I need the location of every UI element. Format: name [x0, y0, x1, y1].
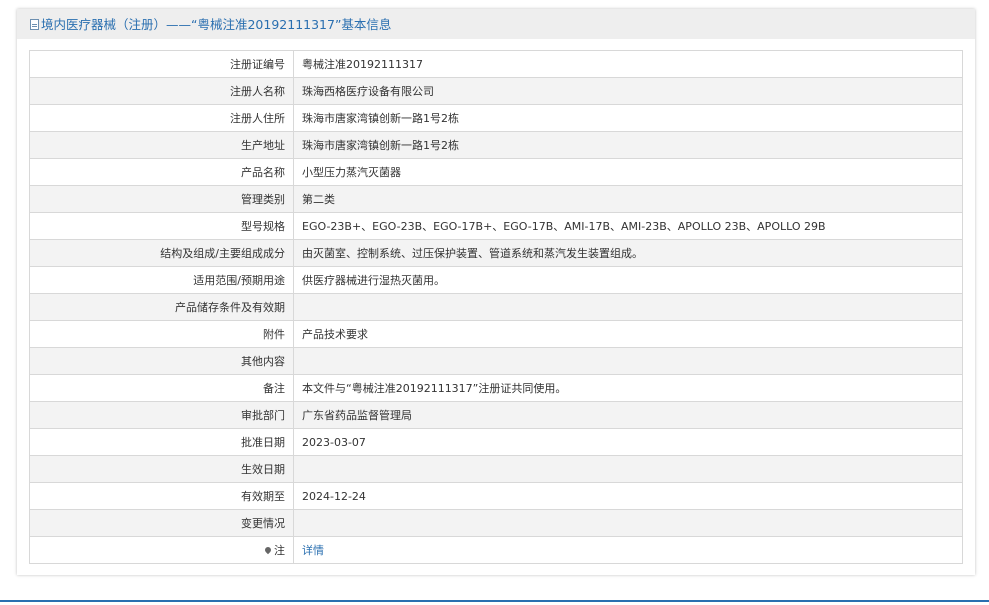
table-row: 型号规格 EGO-23B+、EGO-23B、EGO-17B+、EGO-17B、A… — [29, 212, 963, 240]
table-row: 注册人名称 珠海西格医疗设备有限公司 — [29, 77, 963, 105]
table-row: 管理类别 第二类 — [29, 185, 963, 213]
table-row: 注册人住所 珠海市唐家湾镇创新一路1号2栋 — [29, 104, 963, 132]
table-row: 适用范围/预期用途 供医疗器械进行湿热灭菌用。 — [29, 266, 963, 294]
note-label-cell: 注 — [29, 536, 294, 564]
document-icon — [30, 19, 39, 30]
row-value: 珠海市唐家湾镇创新一路1号2栋 — [293, 104, 963, 132]
row-label: 注册人名称 — [29, 77, 294, 105]
table-row: 备注 本文件与“粤械注准20192111317”注册证共同使用。 — [29, 374, 963, 402]
row-label: 审批部门 — [29, 401, 294, 429]
row-value — [293, 293, 963, 321]
row-value — [293, 347, 963, 375]
table-row: 生效日期 — [29, 455, 963, 483]
row-label: 管理类别 — [29, 185, 294, 213]
row-label: 结构及组成/主要组成成分 — [29, 239, 294, 267]
row-value: 小型压力蒸汽灭菌器 — [293, 158, 963, 186]
details-link[interactable]: 详情 — [302, 544, 324, 557]
row-value: 珠海西格医疗设备有限公司 — [293, 77, 963, 105]
row-value: 产品技术要求 — [293, 320, 963, 348]
table-row: 结构及组成/主要组成成分 由灭菌室、控制系统、过压保护装置、管道系统和蒸汽发生装… — [29, 239, 963, 267]
row-label: 注册证编号 — [29, 50, 294, 78]
panel-title: 境内医疗器械（注册）——“粤械注准20192111317”基本信息 — [41, 17, 392, 32]
row-value: EGO-23B+、EGO-23B、EGO-17B+、EGO-17B、AMI-17… — [293, 212, 963, 240]
note-value-cell: 详情 — [293, 536, 963, 564]
table-row: 有效期至 2024-12-24 — [29, 482, 963, 510]
row-value: 本文件与“粤械注准20192111317”注册证共同使用。 — [293, 374, 963, 402]
row-label: 附件 — [29, 320, 294, 348]
row-value: 广东省药品监督管理局 — [293, 401, 963, 429]
row-value: 2023-03-07 — [293, 428, 963, 456]
row-label: 产品名称 — [29, 158, 294, 186]
row-label: 生效日期 — [29, 455, 294, 483]
panel-header: 境内医疗器械（注册）——“粤械注准20192111317”基本信息 — [17, 9, 975, 39]
table-row: 附件 产品技术要求 — [29, 320, 963, 348]
table-row: 生产地址 珠海市唐家湾镇创新一路1号2栋 — [29, 131, 963, 159]
row-label: 适用范围/预期用途 — [29, 266, 294, 294]
table-row: 其他内容 — [29, 347, 963, 375]
row-label: 注册人住所 — [29, 104, 294, 132]
note-label: 注 — [274, 544, 285, 557]
row-label: 生产地址 — [29, 131, 294, 159]
table-row: 产品储存条件及有效期 — [29, 293, 963, 321]
pin-icon — [263, 545, 273, 555]
row-label: 有效期至 — [29, 482, 294, 510]
row-label: 产品储存条件及有效期 — [29, 293, 294, 321]
row-value: 2024-12-24 — [293, 482, 963, 510]
row-label: 其他内容 — [29, 347, 294, 375]
table-row: 变更情况 — [29, 509, 963, 537]
table-row: 产品名称 小型压力蒸汽灭菌器 — [29, 158, 963, 186]
row-value — [293, 509, 963, 537]
row-value: 珠海市唐家湾镇创新一路1号2栋 — [293, 131, 963, 159]
row-label: 型号规格 — [29, 212, 294, 240]
info-table: 注册证编号 粤械注准20192111317 注册人名称 珠海西格医疗设备有限公司… — [29, 50, 963, 564]
bottom-divider — [0, 600, 989, 602]
row-value — [293, 455, 963, 483]
info-panel: 境内医疗器械（注册）——“粤械注准20192111317”基本信息 注册证编号 … — [17, 9, 975, 575]
row-value: 供医疗器械进行湿热灭菌用。 — [293, 266, 963, 294]
row-value: 粤械注准20192111317 — [293, 50, 963, 78]
row-label: 变更情况 — [29, 509, 294, 537]
table-row: 注册证编号 粤械注准20192111317 — [29, 50, 963, 78]
table-row-note: 注 详情 — [29, 536, 963, 564]
row-value: 第二类 — [293, 185, 963, 213]
row-label: 批准日期 — [29, 428, 294, 456]
table-row: 批准日期 2023-03-07 — [29, 428, 963, 456]
row-value: 由灭菌室、控制系统、过压保护装置、管道系统和蒸汽发生装置组成。 — [293, 239, 963, 267]
row-label: 备注 — [29, 374, 294, 402]
table-row: 审批部门 广东省药品监督管理局 — [29, 401, 963, 429]
